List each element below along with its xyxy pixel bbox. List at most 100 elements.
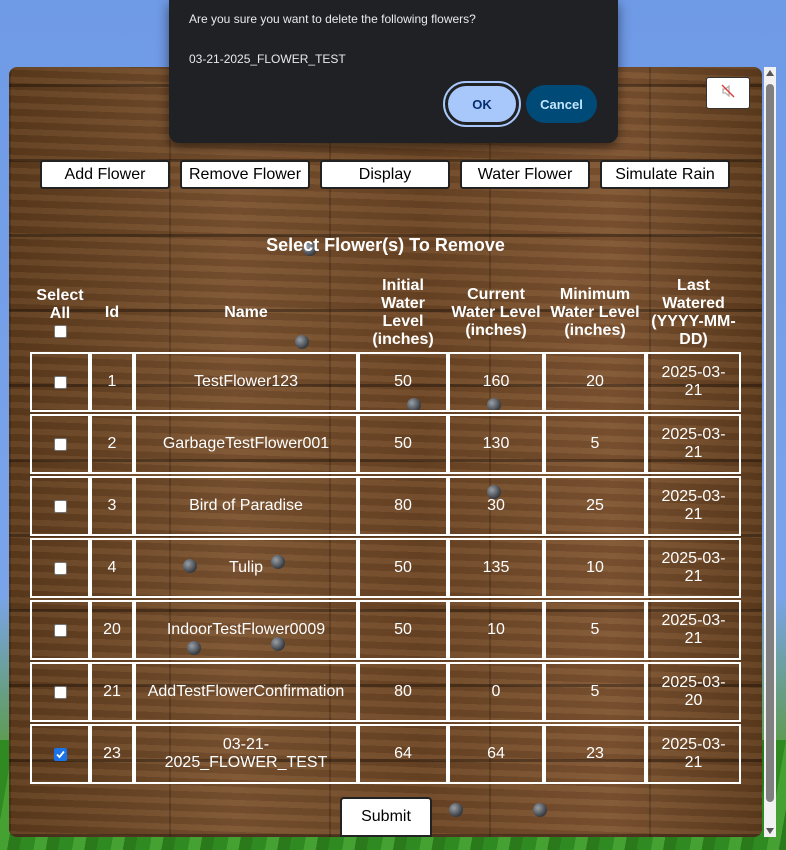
header-line: Water Level xyxy=(451,304,541,321)
dialog-message: Are you sure you want to delete the foll… xyxy=(189,12,476,26)
display-button[interactable]: Display xyxy=(320,160,450,189)
flower-name: 03-21- 2025_FLOWER_TEST xyxy=(165,736,328,772)
muted-speaker-icon xyxy=(721,84,735,103)
cell-text-line: 2025-03- xyxy=(661,364,726,381)
select-all-checkbox[interactable] xyxy=(53,324,67,338)
section-title: Select Flower(s) To Remove xyxy=(266,235,505,255)
row-current-cell: 160 xyxy=(448,352,544,412)
cell-text-line: 2025_FLOWER_TEST xyxy=(164,754,328,771)
cell-text-line: 21 xyxy=(684,506,703,523)
row-minimum-cell: 10 xyxy=(544,538,646,598)
row-select-cell xyxy=(30,724,90,784)
row-checkbox[interactable] xyxy=(53,375,67,389)
row-last-watered-cell: 2025-03- 21 xyxy=(646,724,741,784)
header-select-line: All xyxy=(49,304,71,322)
header-line: Water Level xyxy=(550,304,640,321)
cell-text-line: 21 xyxy=(684,568,703,585)
nail-decoration xyxy=(533,803,547,817)
row-checkbox[interactable] xyxy=(53,561,67,575)
row-initial-cell: 64 xyxy=(358,724,448,784)
cell-text-line: 2025-03- xyxy=(661,426,726,443)
last-watered-date: 2025-03- 21 xyxy=(661,612,725,648)
row-initial-cell: 80 xyxy=(358,476,448,536)
row-minimum-cell: 20 xyxy=(544,352,646,412)
row-id-cell: 1 xyxy=(90,352,134,412)
row-current-cell: 64 xyxy=(448,724,544,784)
cell-text-line: 21 xyxy=(684,754,703,771)
row-current-cell: 130 xyxy=(448,414,544,474)
row-initial-cell: 50 xyxy=(358,600,448,660)
header-select-all: Select All xyxy=(30,286,90,338)
header-minimum-water-level: Minimum Water Level (inches) xyxy=(544,286,646,340)
row-select-cell xyxy=(30,352,90,412)
last-watered-date: 2025-03- 21 xyxy=(661,426,725,462)
row-id-cell: 4 xyxy=(90,538,134,598)
row-current-cell: 135 xyxy=(448,538,544,598)
page-scrollbar[interactable] xyxy=(764,67,776,837)
row-name-cell: IndoorTestFlower0009 xyxy=(134,600,358,660)
header-select-line: Select xyxy=(36,286,84,304)
cell-text-line: 21 xyxy=(684,444,703,461)
row-last-watered-cell: 2025-03- 21 xyxy=(646,352,741,412)
scroll-up-icon[interactable] xyxy=(766,70,774,76)
row-initial-cell: 80 xyxy=(358,662,448,722)
nail-decoration xyxy=(449,803,463,817)
last-watered-date: 2025-03- 21 xyxy=(661,550,725,586)
scroll-down-icon[interactable] xyxy=(766,828,774,834)
row-last-watered-cell: 2025-03- 20 xyxy=(646,662,741,722)
row-name-cell: Bird of Paradise xyxy=(134,476,358,536)
cancel-button[interactable]: Cancel xyxy=(526,85,597,123)
header-line: Current xyxy=(467,286,525,303)
header-line: Water xyxy=(381,295,425,312)
scrollbar-thumb[interactable] xyxy=(766,84,774,802)
row-minimum-cell: 5 xyxy=(544,414,646,474)
ok-button[interactable]: OK xyxy=(443,81,521,127)
last-watered-date: 2025-03- 21 xyxy=(661,488,725,524)
row-name-cell: 03-21- 2025_FLOWER_TEST xyxy=(134,724,358,784)
row-checkbox[interactable] xyxy=(53,499,67,513)
row-minimum-cell: 23 xyxy=(544,724,646,784)
cell-text-line: 20 xyxy=(684,692,703,709)
dialog-flower-name: 03-21-2025_FLOWER_TEST xyxy=(189,52,346,66)
simulate-rain-button[interactable]: Simulate Rain xyxy=(600,160,730,189)
row-checkbox[interactable] xyxy=(53,437,67,451)
submit-button[interactable]: Submit xyxy=(340,797,432,837)
header-line: Last xyxy=(677,277,710,294)
header-name: Name xyxy=(224,304,268,321)
last-watered-date: 2025-03- 21 xyxy=(661,736,725,772)
header-id: Id xyxy=(104,304,120,321)
cell-text-line: 2025-03- xyxy=(661,612,726,629)
row-name-cell: TestFlower123 xyxy=(134,352,358,412)
row-initial-cell: 50 xyxy=(358,414,448,474)
row-checkbox[interactable] xyxy=(53,685,67,699)
row-id-cell: 2 xyxy=(90,414,134,474)
header-initial-water-level: Initial Water Level (inches) xyxy=(358,277,448,349)
row-name-cell: GarbageTestFlower001 xyxy=(134,414,358,474)
row-current-cell: 30 xyxy=(448,476,544,536)
cell-text-line: 2025-03- xyxy=(661,550,726,567)
header-line: Initial xyxy=(382,277,424,294)
row-select-cell xyxy=(30,662,90,722)
cell-text-line: 03-21- xyxy=(222,736,270,753)
row-id-cell: 20 xyxy=(90,600,134,660)
row-last-watered-cell: 2025-03- 21 xyxy=(646,600,741,660)
header-line: (inches) xyxy=(465,322,527,339)
row-minimum-cell: 5 xyxy=(544,600,646,660)
header-line: (inches) xyxy=(372,331,434,348)
row-select-cell xyxy=(30,414,90,474)
water-flower-button[interactable]: Water Flower xyxy=(460,160,590,189)
remove-flower-button[interactable]: Remove Flower xyxy=(180,160,310,189)
cell-text-line: 2025-03- xyxy=(661,736,726,753)
row-minimum-cell: 25 xyxy=(544,476,646,536)
add-flower-button[interactable]: Add Flower xyxy=(40,160,170,189)
row-checkbox[interactable] xyxy=(53,747,67,761)
row-select-cell xyxy=(30,476,90,536)
mute-button[interactable] xyxy=(706,77,750,109)
header-line: Level xyxy=(382,313,424,330)
row-select-cell xyxy=(30,538,90,598)
row-last-watered-cell: 2025-03- 21 xyxy=(646,414,741,474)
row-checkbox[interactable] xyxy=(53,623,67,637)
header-line: DD) xyxy=(679,331,708,348)
row-name-cell: AddTestFlowerConfirmation xyxy=(134,662,358,722)
header-last-watered: Last Watered (YYYY-MM- DD) xyxy=(646,277,741,349)
